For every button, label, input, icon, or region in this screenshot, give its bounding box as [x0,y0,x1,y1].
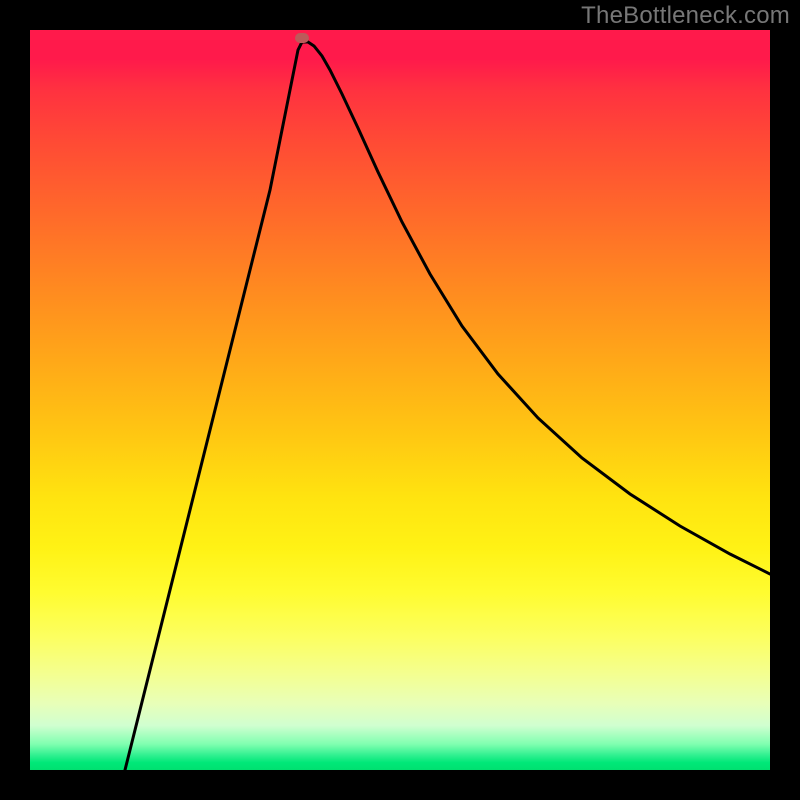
minimum-marker [295,33,309,43]
curve-svg [30,30,770,770]
bottleneck-curve-path [125,42,770,770]
chart-frame: TheBottleneck.com [0,0,800,800]
plot-area [30,30,770,770]
watermark-text: TheBottleneck.com [581,2,790,30]
